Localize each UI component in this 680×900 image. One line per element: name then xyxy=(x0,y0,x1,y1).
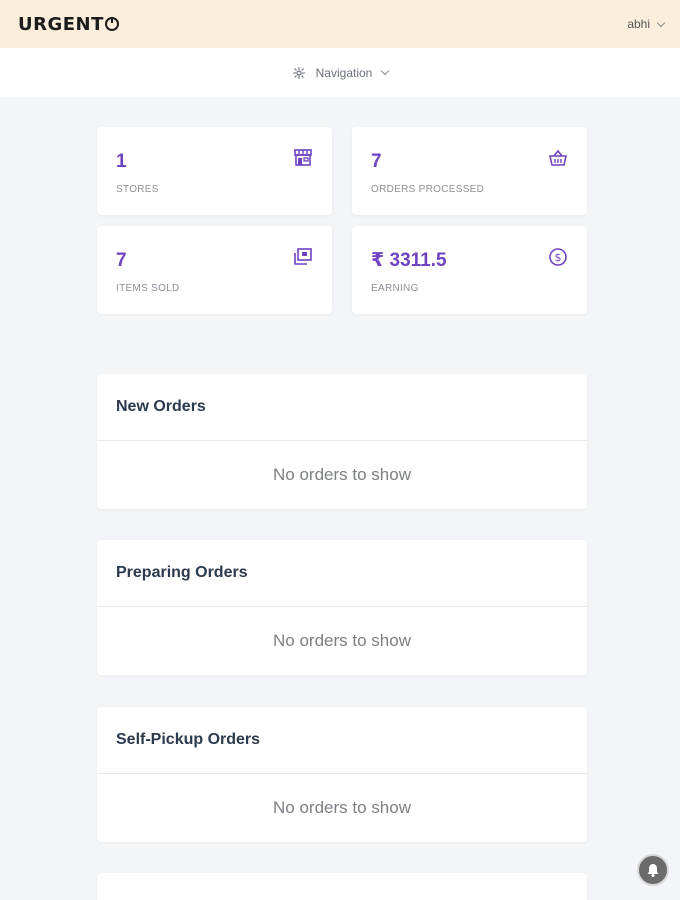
navigation-bar[interactable]: Navigation xyxy=(0,48,680,97)
navigation-label: Navigation xyxy=(315,65,373,80)
stat-card-items-sold: 7 ITEMS SOLD xyxy=(97,226,332,314)
basket-icon xyxy=(549,149,567,166)
next-orders-panel-partial xyxy=(97,873,587,900)
bell-icon xyxy=(647,864,659,877)
stat-card-orders-processed: 7 ORDERS PROCESSED xyxy=(352,127,587,215)
empty-state-text: No orders to show xyxy=(273,631,411,650)
top-bar: URGENT abhi xyxy=(0,0,680,48)
panel-title: New Orders xyxy=(97,374,587,441)
chevron-down-icon xyxy=(656,18,666,27)
panel-title: Self-Pickup Orders xyxy=(97,707,587,774)
stat-label: STORES xyxy=(116,184,159,195)
chevron-down-icon xyxy=(381,66,390,76)
empty-state-text: No orders to show xyxy=(273,798,411,817)
stat-card-stores: 1 STORES xyxy=(97,127,332,215)
user-name: abhi xyxy=(627,17,650,31)
stats-grid: 1 STORES 7 ORDERS PROCESSED 7 ITEMS SOLD xyxy=(97,127,587,314)
preparing-orders-panel: Preparing Orders No orders to show xyxy=(97,540,587,675)
self-pickup-orders-panel: Self-Pickup Orders No orders to show xyxy=(97,707,587,842)
svg-text:$: $ xyxy=(555,251,562,264)
stat-label: ITEMS SOLD xyxy=(116,283,180,294)
dollar-icon: $ xyxy=(549,248,567,266)
stat-label: ORDERS PROCESSED xyxy=(371,184,485,195)
stat-card-earning: ₹ 3311.5 EARNING $ xyxy=(352,226,587,314)
brand-logo[interactable]: URGENT xyxy=(18,14,119,35)
stat-label: EARNING xyxy=(371,283,419,294)
panel-title: Preparing Orders xyxy=(97,540,587,607)
store-icon xyxy=(294,149,312,166)
dashboard-main: 1 STORES 7 ORDERS PROCESSED 7 ITEMS SOLD xyxy=(97,127,587,900)
new-orders-panel: New Orders No orders to show xyxy=(97,374,587,509)
items-icon xyxy=(294,248,312,265)
power-logo-icon xyxy=(104,17,119,31)
brand-text: URGENT xyxy=(18,13,104,35)
notification-bell-button[interactable] xyxy=(637,854,669,886)
user-menu[interactable]: abhi xyxy=(627,17,666,31)
navigation-icon xyxy=(292,66,305,79)
empty-state-text: No orders to show xyxy=(273,465,411,484)
